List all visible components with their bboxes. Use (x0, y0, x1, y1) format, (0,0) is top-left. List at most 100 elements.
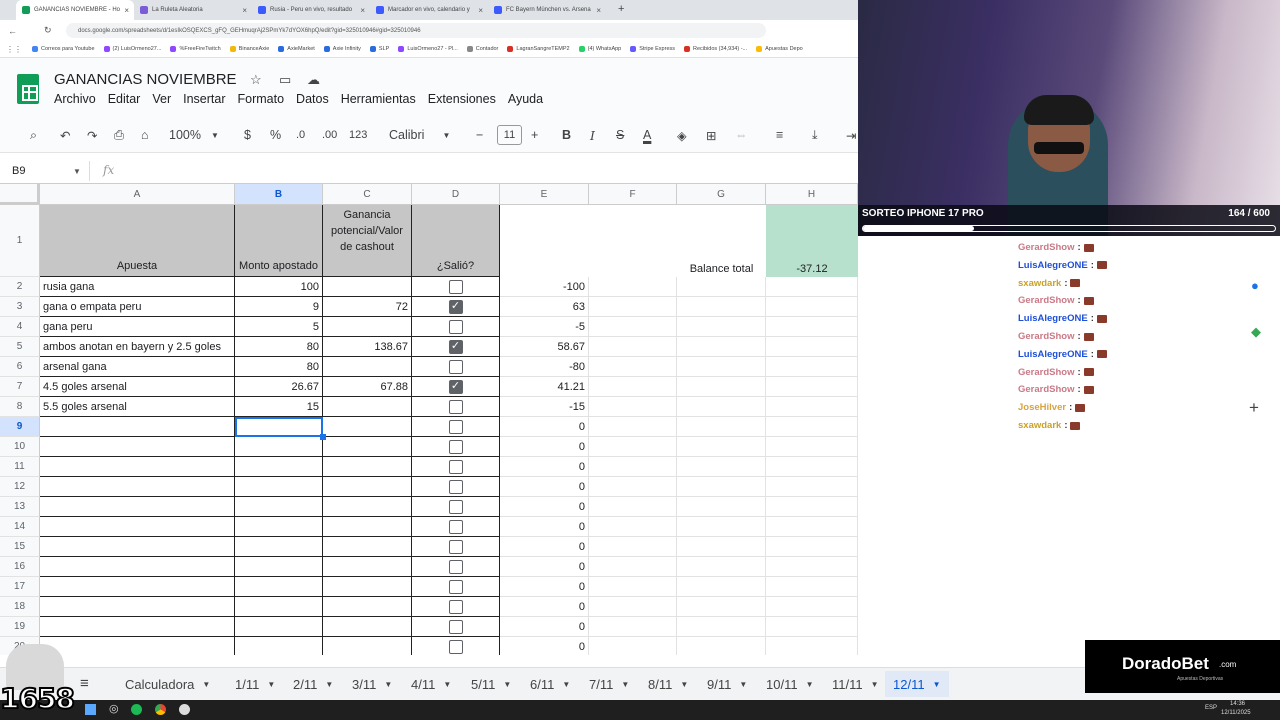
bet-cell[interactable] (40, 477, 235, 497)
profit-cell[interactable]: 0 (500, 497, 589, 517)
bet-cell[interactable] (40, 537, 235, 557)
bet-cell[interactable] (40, 617, 235, 637)
empty-cell[interactable] (677, 437, 766, 457)
bookmark-item[interactable]: AxieMarket (278, 46, 315, 52)
profit-cell[interactable]: -5 (500, 317, 589, 337)
empty-cell[interactable] (677, 397, 766, 417)
potential-cell[interactable] (323, 277, 412, 297)
row-header[interactable]: 3 (0, 297, 40, 317)
select-all-corner[interactable] (0, 184, 40, 205)
empty-cell[interactable] (589, 577, 677, 597)
header-cell-b[interactable]: Monto apostado (235, 205, 323, 277)
undo-icon[interactable]: ↶ (60, 125, 70, 145)
empty-cell[interactable] (766, 357, 858, 377)
text-color-icon[interactable]: A (643, 125, 651, 145)
close-tab-icon[interactable]: × (360, 6, 365, 15)
potential-cell[interactable] (323, 577, 412, 597)
column-header-b[interactable]: B (235, 184, 323, 205)
amount-cell[interactable] (235, 457, 323, 477)
browser-tab[interactable]: GANANCIAS NOVIEMBRE - Ho × (16, 0, 134, 20)
empty-cell[interactable] (766, 517, 858, 537)
profit-cell[interactable]: 0 (500, 437, 589, 457)
checkbox[interactable] (448, 279, 463, 294)
empty-cell[interactable] (589, 397, 677, 417)
browser-tab[interactable]: Rusia - Peru en vivo, resultado × (252, 0, 370, 20)
amount-cell[interactable] (235, 497, 323, 517)
potential-cell[interactable] (323, 417, 412, 437)
close-tab-icon[interactable]: × (596, 6, 601, 15)
bookmark-item[interactable]: LagranSangreTEMP2 (507, 46, 570, 52)
increase-decimals-button[interactable]: .00 (322, 125, 337, 145)
row-header[interactable]: 19 (0, 617, 40, 637)
bookmark-item[interactable]: Apuestas Depo (756, 46, 803, 52)
chat-username[interactable]: GerardShow (1018, 384, 1075, 395)
potential-cell[interactable]: 72 (323, 297, 412, 317)
empty-cell[interactable] (766, 277, 858, 297)
sheet-tab[interactable]: 3/11 ▼ (352, 674, 392, 694)
bet-cell[interactable]: 5.5 goles arsenal (40, 397, 235, 417)
potential-cell[interactable] (323, 597, 412, 617)
potential-cell[interactable] (323, 437, 412, 457)
row-header[interactable]: 8 (0, 397, 40, 417)
header-cell-c[interactable]: Ganancia potencial/Valor de cashout (323, 205, 412, 277)
sheet-tab[interactable]: 10/11 ▼ (766, 674, 814, 694)
checkbox[interactable] (448, 439, 463, 454)
apps-icon[interactable]: ⋮⋮ (6, 45, 22, 54)
taskbar-date[interactable]: 12/11/2025 (1221, 710, 1251, 716)
result-cell[interactable] (412, 317, 500, 337)
fill-color-icon[interactable]: ◈ (677, 125, 687, 145)
taskbar-time[interactable]: 14:36 (1230, 701, 1245, 707)
bookmark-item[interactable]: %FreeFireTwitch (170, 46, 221, 52)
amount-cell[interactable]: 80 (235, 357, 323, 377)
empty-cell[interactable] (677, 417, 766, 437)
result-cell[interactable] (412, 617, 500, 637)
checkbox[interactable] (448, 519, 463, 534)
potential-cell[interactable] (323, 457, 412, 477)
amount-cell[interactable]: 9 (235, 297, 323, 317)
empty-cell[interactable] (766, 457, 858, 477)
empty-cell[interactable] (677, 497, 766, 517)
empty-cell[interactable] (589, 297, 677, 317)
reload-icon[interactable]: ↻ (44, 25, 52, 36)
result-cell[interactable] (412, 637, 500, 655)
chat-username[interactable]: GerardShow (1018, 295, 1075, 306)
menu-item[interactable]: Insertar (183, 92, 225, 106)
amount-cell[interactable]: 100 (235, 277, 323, 297)
potential-cell[interactable] (323, 497, 412, 517)
checkbox[interactable] (448, 419, 463, 434)
star-icon[interactable]: ☆ (250, 72, 262, 88)
checkbox[interactable] (448, 599, 463, 614)
menu-item[interactable]: Editar (108, 92, 141, 106)
bookmark-item[interactable]: Stripe Express (630, 46, 675, 52)
empty-cell[interactable] (766, 537, 858, 557)
empty-cell[interactable] (677, 637, 766, 655)
amount-cell[interactable] (235, 637, 323, 655)
vertical-align-icon[interactable]: ⤓ (812, 125, 818, 145)
profit-cell[interactable]: 0 (500, 477, 589, 497)
merge-cells-icon[interactable]: ⇔ (735, 125, 748, 145)
empty-cell[interactable] (766, 317, 858, 337)
result-cell[interactable] (412, 417, 500, 437)
redo-icon[interactable]: ↷ (87, 125, 97, 145)
row-header[interactable]: 13 (0, 497, 40, 517)
bet-cell[interactable] (40, 437, 235, 457)
maps-icon[interactable]: ◆ (1251, 324, 1261, 340)
checkbox[interactable] (448, 479, 463, 494)
empty-cell[interactable] (589, 417, 677, 437)
font-size-decrease-icon[interactable]: − (476, 125, 483, 145)
amount-cell[interactable] (235, 557, 323, 577)
bold-icon[interactable]: B (562, 125, 571, 145)
empty-cell[interactable] (766, 477, 858, 497)
amount-cell[interactable] (235, 537, 323, 557)
empty-cell[interactable] (677, 457, 766, 477)
result-cell[interactable] (412, 497, 500, 517)
bookmark-item[interactable]: Recibidos (34,934) -... (684, 46, 747, 52)
header-cell-d[interactable]: ¿Salió? (412, 205, 500, 277)
empty-cell[interactable] (677, 377, 766, 397)
bet-cell[interactable] (40, 577, 235, 597)
empty-cell[interactable] (766, 617, 858, 637)
bet-cell[interactable] (40, 517, 235, 537)
align-icon[interactable]: ≡ (776, 125, 783, 145)
empty-cell[interactable] (589, 537, 677, 557)
menu-item[interactable]: Datos (296, 92, 329, 106)
